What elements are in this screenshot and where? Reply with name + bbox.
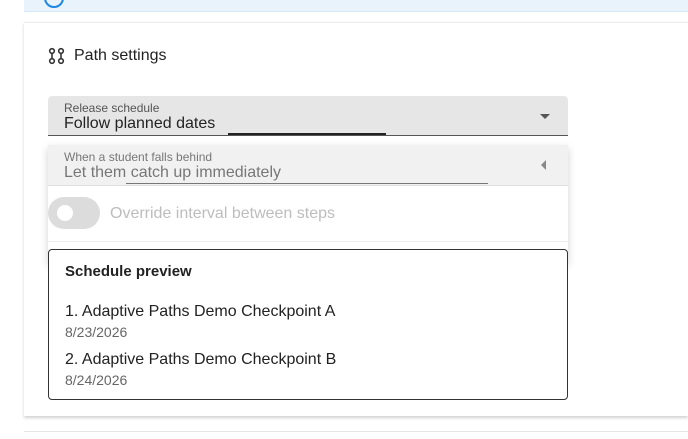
info-banner (24, 0, 688, 12)
falls-behind-value: Let them catch up immediately (64, 164, 281, 181)
falls-behind-select[interactable]: When a student falls behind Let them cat… (48, 145, 568, 186)
list-item: 1. Adaptive Paths Demo Checkpoint A 8/23… (65, 303, 335, 340)
toggle-thumb (57, 205, 73, 221)
chevron-down-icon (540, 114, 550, 119)
list-item: 2. Adaptive Paths Demo Checkpoint B 8/24… (65, 351, 336, 388)
focus-underline (228, 133, 386, 135)
section-title: Path settings (74, 47, 167, 64)
chevron-left-icon (541, 160, 546, 170)
override-interval-toggle[interactable] (48, 197, 100, 229)
list-item-title: 1. Adaptive Paths Demo Checkpoint A (65, 303, 336, 320)
divider (24, 431, 688, 432)
card-title: Path settings (48, 47, 167, 65)
release-schedule-value: Follow planned dates (64, 115, 216, 132)
list-item-title: 2. Adaptive Paths Demo Checkpoint B (65, 351, 337, 368)
list-item-date: 8/24/2026 (65, 372, 128, 388)
falls-behind-label: When a student falls behind (64, 150, 213, 164)
path-settings-card: Path settings Release schedule Follow pl… (24, 22, 688, 416)
divider (48, 241, 568, 242)
override-interval-label: Override interval between steps (110, 205, 335, 222)
release-schedule-label: Release schedule (64, 101, 160, 115)
release-schedule-select[interactable]: Release schedule Follow planned dates (48, 96, 568, 136)
schedule-preview-title: Schedule preview (65, 263, 192, 280)
override-interval-row: Override interval between steps (48, 197, 568, 231)
info-icon (44, 0, 64, 8)
list-item-date: 8/23/2026 (65, 324, 128, 340)
schedule-preview: Schedule preview 1. Adaptive Paths Demo … (48, 249, 568, 400)
falls-behind-dropdown: When a student falls behind Let them cat… (48, 145, 568, 263)
path-nodes-icon (48, 47, 65, 65)
field-underline (126, 183, 488, 184)
